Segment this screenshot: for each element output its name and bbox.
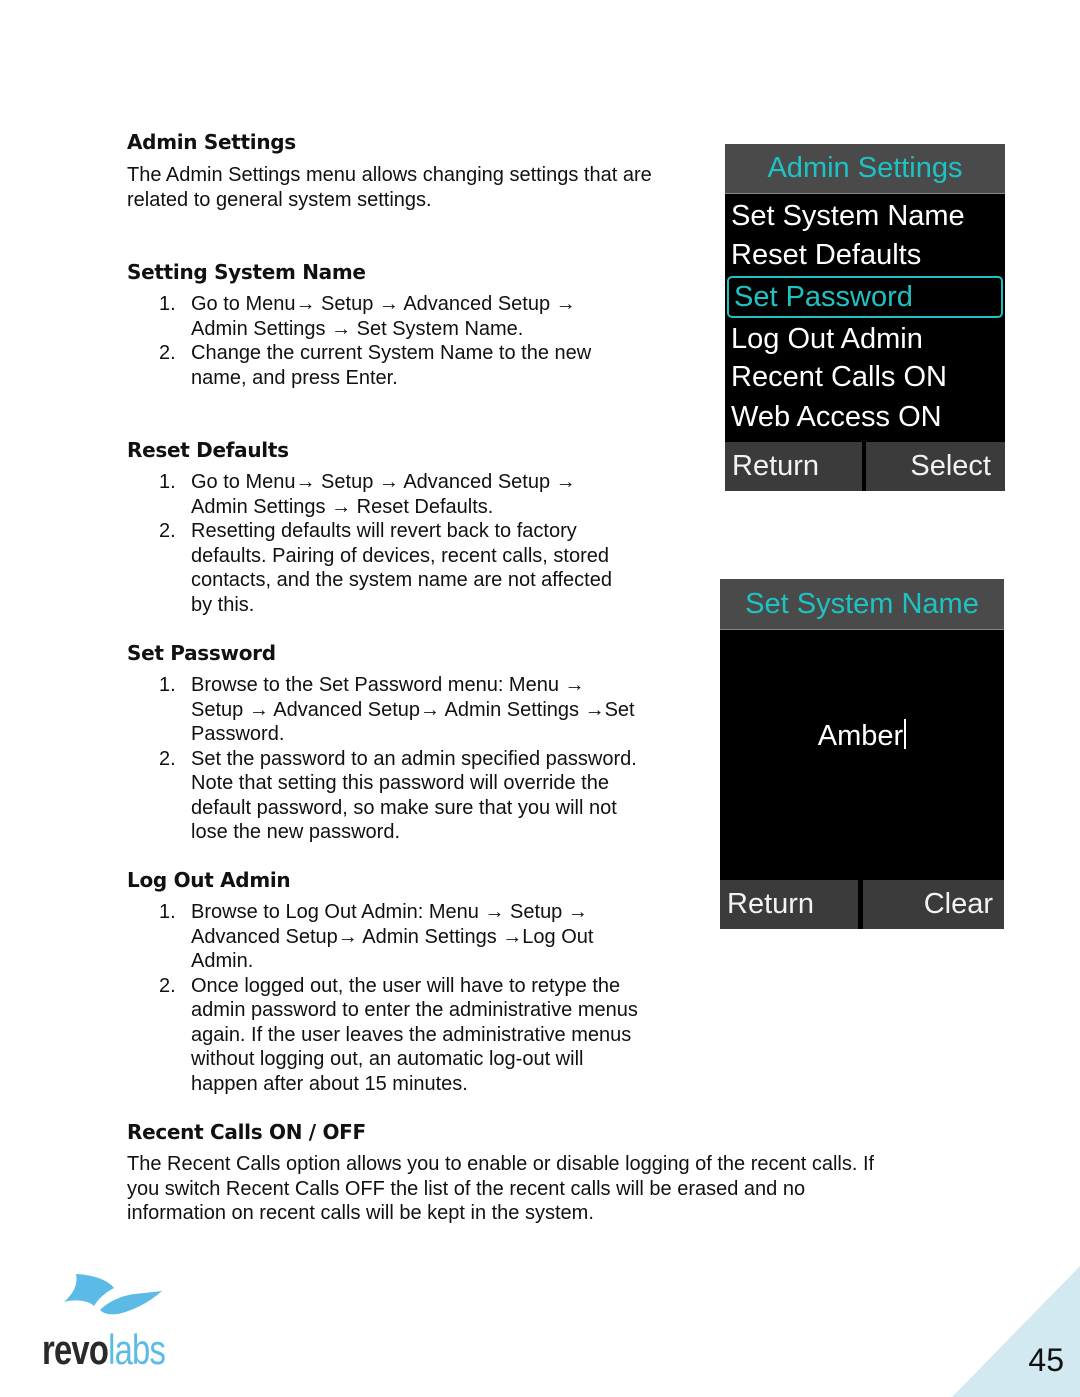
- step-number: 1.: [159, 293, 176, 315]
- text-line: name, and press Enter.: [191, 366, 398, 389]
- steps-reset-defaults: 1. Go to Menu→ Setup → Advanced Setup → …: [159, 470, 612, 617]
- recent-calls-description: The Recent Calls option allows you to en…: [127, 1152, 874, 1226]
- menu-item-set-password-selected[interactable]: Set Password: [727, 276, 1003, 318]
- menu-item-reset-defaults[interactable]: Reset Defaults: [731, 235, 921, 275]
- text-line: The Recent Calls option allows you to en…: [127, 1153, 875, 1175]
- step: 2. Once logged out, the user will have t…: [159, 974, 638, 1097]
- step: 2. Change the current System Name to the…: [159, 341, 591, 390]
- device-screen-set-system-name: Set System Name Amber Return Clear: [720, 579, 1004, 929]
- step-number: 2.: [159, 974, 176, 997]
- text-line: by this.: [191, 593, 255, 616]
- step: 2. Set the password to an admin specifie…: [159, 747, 637, 845]
- text-line: lose the new password.: [191, 821, 401, 843]
- softkey-return[interactable]: Return: [720, 880, 858, 929]
- step: 1. Browse to the Set Password menu: Menu…: [159, 673, 637, 747]
- text-line: The Admin Settings menu allows changing …: [127, 164, 652, 186]
- menu-item-web-access[interactable]: Web Access ON: [731, 397, 942, 437]
- text-line: Note that setting this password will ove…: [191, 772, 609, 794]
- text-line: Setup → Advanced Setup→ Admin Settings →…: [191, 698, 635, 721]
- softkey-select[interactable]: Select: [866, 442, 1005, 491]
- revolabs-logo-text: revolabs: [42, 1326, 166, 1374]
- text-line: admin password to enter the administrati…: [191, 999, 638, 1021]
- step-number: 1.: [159, 674, 176, 696]
- text-line: without logging out, an automatic log-ou…: [191, 1048, 584, 1070]
- heading-admin-settings: Admin Settings: [127, 130, 296, 154]
- text-cursor: [904, 719, 907, 749]
- logo-text-dark: revo: [42, 1326, 109, 1373]
- step-number: 2.: [159, 520, 176, 542]
- text-line: related to general system settings.: [127, 188, 432, 211]
- menu-item-set-system-name[interactable]: Set System Name: [731, 196, 965, 236]
- text-line: Password.: [191, 723, 285, 745]
- text-line: Once logged out, the user will have to r…: [191, 974, 621, 997]
- text-line: Admin.: [191, 950, 254, 972]
- softkey-clear[interactable]: Clear: [863, 880, 1004, 929]
- text-line: Browse to the Set Password menu: Menu →: [191, 674, 585, 696]
- softkey-return[interactable]: Return: [725, 442, 862, 491]
- heading-set-password: Set Password: [127, 641, 276, 665]
- text-line: defaults. Pairing of devices, recent cal…: [191, 544, 609, 567]
- heading-setting-system-name: Setting System Name: [127, 260, 366, 284]
- text-line: happen after about 15 minutes.: [191, 1072, 468, 1095]
- steps-log-out-admin: 1. Browse to Log Out Admin: Menu → Setup…: [159, 900, 638, 1096]
- text-line: Change the current System Name to the ne…: [191, 342, 592, 364]
- text-line: Admin Settings → Reset Defaults.: [191, 495, 494, 518]
- device-screen-admin-settings: Admin Settings Set System Name Reset Def…: [725, 144, 1005, 491]
- step: 1. Go to Menu→ Setup → Advanced Setup → …: [159, 470, 612, 519]
- steps-setting-system-name: 1. Go to Menu→ Setup → Advanced Setup → …: [159, 292, 591, 390]
- screen-title: Set System Name: [720, 579, 1004, 630]
- step: 2. Resetting defaults will revert back t…: [159, 519, 612, 617]
- menu-item-recent-calls[interactable]: Recent Calls ON: [731, 357, 947, 397]
- step-number: 1.: [159, 901, 176, 923]
- text-line: Browse to Log Out Admin: Menu → Setup →: [191, 901, 588, 923]
- text-line: Set the password to an admin specified p…: [191, 747, 637, 770]
- text-line: information on recent calls will be kept…: [127, 1202, 594, 1224]
- revolabs-logo-icon: [64, 1274, 162, 1315]
- text-line: default password, so make sure that you …: [191, 796, 617, 819]
- text-line: Resetting defaults will revert back to f…: [191, 520, 577, 542]
- text-line: Advanced Setup→ Admin Settings →Log Out: [191, 925, 594, 948]
- text-line: you switch Recent Calls OFF the list of …: [127, 1177, 806, 1200]
- steps-set-password: 1. Browse to the Set Password menu: Menu…: [159, 673, 637, 845]
- menu-item-log-out-admin[interactable]: Log Out Admin: [731, 319, 923, 359]
- heading-recent-calls: Recent Calls ON / OFF: [127, 1120, 366, 1144]
- text-line: Admin Settings → Set System Name.: [191, 317, 524, 340]
- step-number: 1.: [159, 471, 176, 493]
- step-number: 2.: [159, 342, 176, 364]
- text-line: contacts, and the system name are not af…: [191, 569, 612, 591]
- step-number: 2.: [159, 747, 176, 770]
- screen-title: Admin Settings: [725, 144, 1005, 194]
- system-name-value: Amber: [817, 720, 904, 752]
- step: 1. Browse to Log Out Admin: Menu → Setup…: [159, 900, 638, 974]
- logo-text-light: labs: [108, 1326, 166, 1373]
- page-number: 45: [1028, 1342, 1064, 1378]
- text-line: Go to Menu→ Setup → Advanced Setup →: [191, 293, 576, 315]
- admin-settings-intro: The Admin Settings menu allows changing …: [127, 163, 652, 212]
- heading-log-out-admin: Log Out Admin: [127, 868, 291, 892]
- system-name-input[interactable]: Amber: [720, 719, 1004, 753]
- step: 1. Go to Menu→ Setup → Advanced Setup → …: [159, 292, 591, 341]
- heading-reset-defaults: Reset Defaults: [127, 438, 289, 462]
- text-line: Go to Menu→ Setup → Advanced Setup →: [191, 471, 576, 493]
- text-line: again. If the user leaves the administra…: [191, 1023, 632, 1046]
